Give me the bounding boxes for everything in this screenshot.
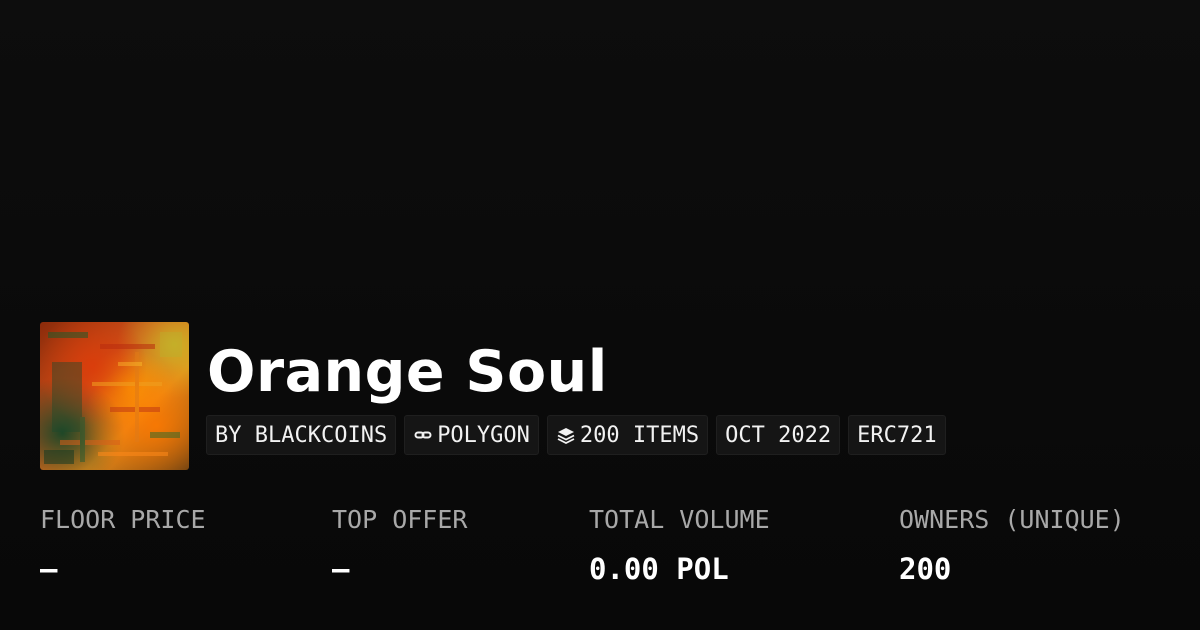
tag-items[interactable]: 200 ITEMS xyxy=(546,415,709,455)
stat-owners: OWNERS (UNIQUE) 200 xyxy=(899,500,1125,590)
collection-tags: BY BLACKCOINS POLYGON 200 ITEMS OCT 2022… xyxy=(206,415,946,455)
tag-creator-label: BY BLACKCOINS xyxy=(215,422,388,448)
collection-card: Orange Soul BY BLACKCOINS POLYGON 200 IT… xyxy=(0,0,1200,630)
tag-date: OCT 2022 xyxy=(716,415,841,455)
stat-floor-price: FLOOR PRICE – xyxy=(40,500,206,590)
collection-stats: FLOOR PRICE – TOP OFFER – TOTAL VOLUME 0… xyxy=(40,500,1180,600)
stat-value: – xyxy=(40,552,58,586)
stat-value: 200 xyxy=(899,552,952,586)
tag-chain-label: POLYGON xyxy=(437,422,530,448)
stat-value: – xyxy=(332,552,350,586)
stat-total-volume: TOTAL VOLUME 0.00 POL xyxy=(589,500,770,590)
stat-top-offer: TOP OFFER – xyxy=(332,500,467,590)
collection-title: Orange Soul xyxy=(207,339,608,405)
tag-standard: ERC721 xyxy=(848,415,946,455)
stat-label: TOTAL VOLUME xyxy=(589,505,770,534)
stat-label: FLOOR PRICE xyxy=(40,505,206,534)
stat-label: OWNERS (UNIQUE) xyxy=(899,505,1125,534)
tag-chain[interactable]: POLYGON xyxy=(404,415,539,455)
tag-date-label: OCT 2022 xyxy=(725,422,832,448)
collection-thumbnail[interactable] xyxy=(40,322,189,470)
layers-icon xyxy=(556,425,576,445)
link-chain-icon xyxy=(413,425,433,445)
artwork-texture xyxy=(44,332,182,464)
stat-label: TOP OFFER xyxy=(332,505,468,534)
tag-creator[interactable]: BY BLACKCOINS xyxy=(206,415,397,455)
tag-items-label: 200 ITEMS xyxy=(579,422,700,448)
tag-standard-label: ERC721 xyxy=(857,422,937,448)
stat-value: 0.00 POL xyxy=(589,552,729,586)
